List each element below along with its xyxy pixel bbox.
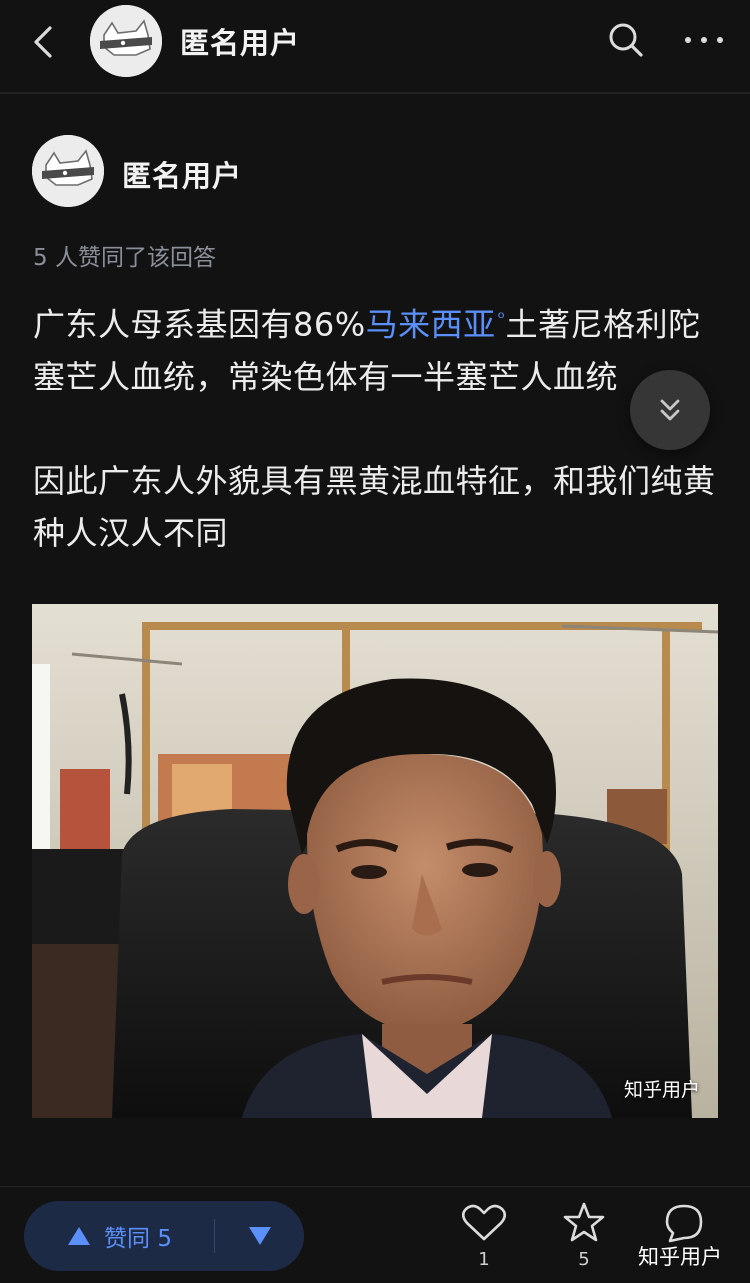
answer-paragraph: 广东人母系基因有86%马来西亚 ᵒ土著尼格利陀塞芒人血统，常染色体有一半塞芒人血统 (33, 293, 723, 403)
search-link-icon[interactable]: ᵒ (498, 293, 506, 345)
bottom-watermark: 知乎用户 (638, 1245, 722, 1269)
expand-button[interactable] (630, 370, 710, 450)
answer-content: 广东人母系基因有86%马来西亚 ᵒ土著尼格利陀塞芒人血统，常染色体有一半塞芒人血统… (33, 293, 723, 559)
answer-photo[interactable]: 知乎用户 (32, 604, 718, 1118)
answer-paragraph: 因此广东人外貌具有黑黄混血特征，和我们纯黄种人汉人不同 (33, 461, 716, 552)
triangle-down-icon (248, 1227, 271, 1245)
double-chevron-down-icon (660, 399, 680, 421)
vote-pill: 赞同 5 (24, 1201, 304, 1271)
keyword-link[interactable]: 马来西亚 (366, 306, 496, 344)
search-icon[interactable] (604, 18, 648, 62)
like-count: 1 (478, 1249, 490, 1270)
star-icon (563, 1202, 605, 1242)
vote-count-text: 5 人赞同了该回答 (33, 245, 216, 271)
favorite-button[interactable]: 5 (554, 1201, 614, 1271)
answer-page: 匿名用户 匿名用户 5 人赞同了该回答 广东人母系基因有86%马来西亚 ᵒ土著尼格… (0, 0, 750, 1283)
photo-watermark: 知乎用户 (623, 1079, 700, 1101)
upvote-label: 赞同 5 (104, 1226, 172, 1252)
top-bar: 匿名用户 (0, 0, 750, 94)
downvote-button[interactable] (215, 1201, 304, 1271)
author-name[interactable]: 匿名用户 (122, 153, 242, 195)
triangle-up-icon (68, 1227, 91, 1245)
avatar[interactable] (90, 5, 162, 77)
heart-icon (461, 1204, 507, 1241)
favorite-count: 5 (578, 1249, 590, 1270)
header-user-name[interactable]: 匿名用户 (180, 20, 300, 62)
upvote-button[interactable]: 赞同 5 (24, 1201, 214, 1271)
comment-bubble-icon (665, 1204, 703, 1243)
like-button[interactable]: 1 (454, 1201, 514, 1271)
back-icon[interactable] (24, 20, 64, 64)
text-segment: 广东人母系基因有86% (33, 305, 366, 344)
more-options-icon[interactable] (680, 22, 730, 58)
author-avatar[interactable] (32, 135, 104, 207)
